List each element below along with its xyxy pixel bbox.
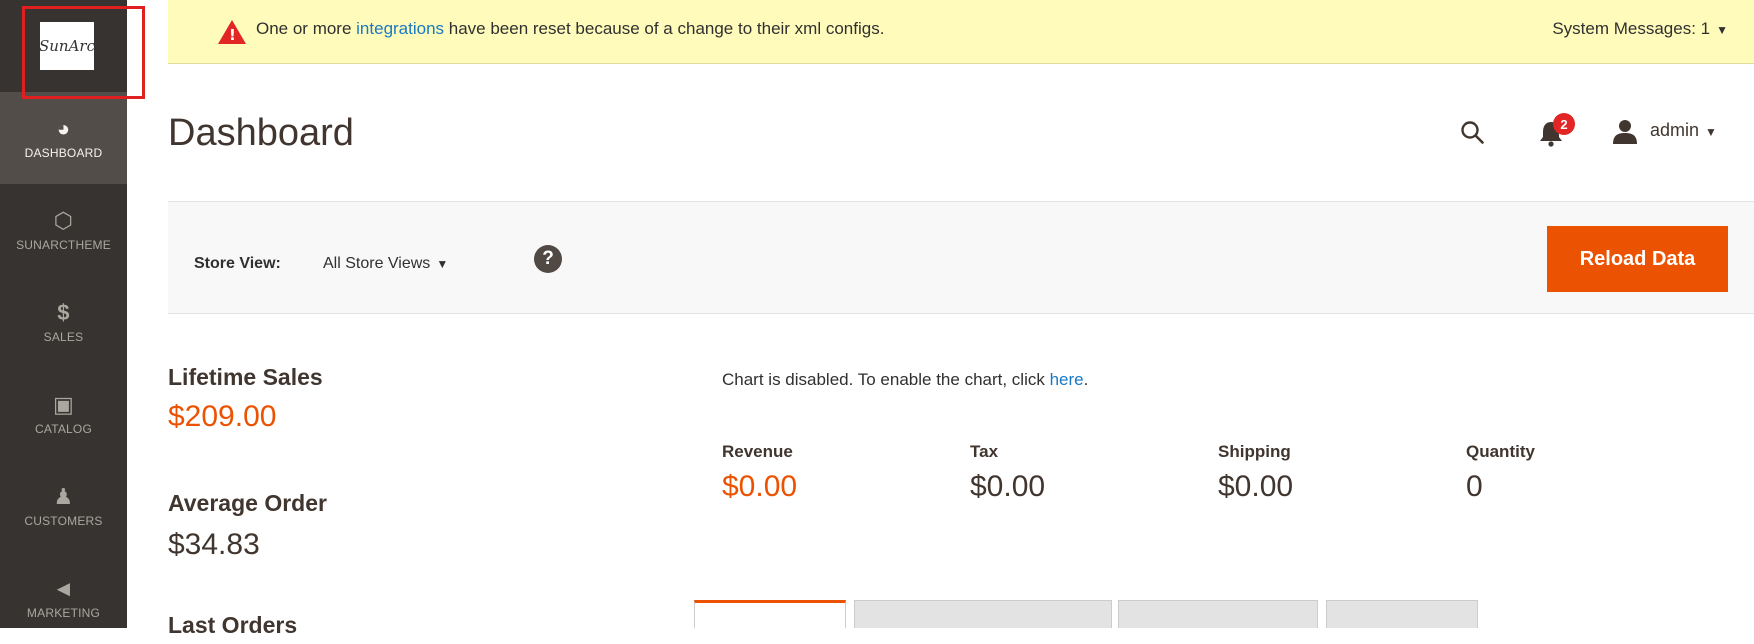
revenue-label: Revenue (722, 442, 793, 461)
sidebar-item-sunarctheme[interactable]: ⬡ SUNARCTHEME (0, 184, 127, 276)
store-view-select[interactable]: All Store Views ▼ (323, 255, 448, 273)
system-messages-count: System Messages: 1 (1552, 19, 1711, 38)
reload-data-button[interactable]: Reload Data (1547, 226, 1728, 292)
lifetime-sales-value: $209.00 (168, 400, 277, 433)
store-switcher-bar: Store View: All Store Views ▼ ? Reload Da… (168, 201, 1754, 314)
search-icon[interactable] (1460, 120, 1484, 144)
warning-icon (218, 20, 246, 44)
chart-notice-end: . (1083, 370, 1089, 389)
tax-label: Tax (970, 442, 999, 461)
page-title: Dashboard (168, 112, 354, 154)
notification-badge[interactable]: 2 (1553, 113, 1575, 135)
chevron-down-icon: ▼ (1705, 125, 1717, 139)
message-suffix: have been reset because of a change to t… (444, 19, 885, 38)
admin-user-menu[interactable]: admin ▼ (1650, 120, 1717, 141)
logo-highlight-box (22, 6, 145, 99)
tax-value: $0.00 (970, 470, 1046, 503)
hexagon-icon: ⬡ (53, 208, 74, 233)
store-view-value: All Store Views (323, 255, 431, 272)
system-message-text: One or more integrations have been reset… (256, 19, 884, 39)
user-icon[interactable] (1612, 118, 1638, 144)
admin-username: admin (1650, 120, 1700, 140)
average-order-value: $34.83 (168, 528, 260, 561)
dollar-icon: $ (57, 300, 70, 325)
sidebar-item-label: CATALOG (35, 422, 92, 436)
system-message-bar: One or more integrations have been reset… (168, 0, 1754, 64)
message-prefix: One or more (256, 19, 357, 38)
help-icon[interactable]: ? (534, 245, 562, 273)
sidebar-item-label: CUSTOMERS (24, 514, 103, 528)
enable-chart-link[interactable]: here (1050, 370, 1084, 389)
shipping-label: Shipping (1218, 442, 1291, 461)
integrations-link[interactable]: integrations (356, 19, 444, 38)
average-order-label: Average Order (168, 490, 327, 516)
box-icon: ▣ (53, 392, 74, 417)
shipping-value: $0.00 (1218, 470, 1294, 503)
quantity-label: Quantity (1466, 442, 1535, 461)
chart-notice-text: Chart is disabled. To enable the chart, … (722, 370, 1050, 389)
dashboard-tab-4[interactable] (1326, 600, 1478, 628)
speedometer-icon: ◕ (56, 116, 71, 141)
dashboard-tab-1[interactable] (694, 600, 846, 628)
revenue-value: $0.00 (722, 470, 798, 503)
sidebar-item-label: MARKETING (26, 606, 101, 620)
quantity-value: 0 (1466, 470, 1483, 503)
sidebar-item-dashboard[interactable]: ◕ DASHBOARD (0, 92, 127, 184)
last-orders-label: Last Orders (168, 612, 298, 638)
chevron-down-icon: ▼ (1716, 23, 1728, 37)
chart-disabled-notice: Chart is disabled. To enable the chart, … (722, 370, 1088, 390)
chevron-down-icon: ▼ (436, 257, 449, 271)
megaphone-icon: ◄ (52, 576, 75, 601)
dashboard-tab-3[interactable] (1118, 600, 1318, 628)
store-view-label: Store View: (194, 255, 281, 272)
lifetime-sales-label: Lifetime Sales (168, 364, 323, 390)
sidebar-item-label: SUNARCTHEME (16, 238, 111, 252)
sidebar-item-sales[interactable]: $ SALES (0, 276, 127, 368)
sidebar-item-marketing[interactable]: ◄ MARKETING (0, 552, 127, 644)
sidebar-item-catalog[interactable]: ▣ CATALOG (0, 368, 127, 460)
sidebar-item-customers[interactable]: ♟ CUSTOMERS (0, 460, 127, 552)
sidebar-item-label: DASHBOARD (24, 146, 103, 160)
dashboard-tab-2[interactable] (854, 600, 1112, 628)
system-messages-dropdown[interactable]: System Messages: 1 ▼ (1552, 19, 1728, 39)
person-icon: ♟ (53, 484, 74, 509)
sidebar-item-label: SALES (43, 330, 84, 344)
